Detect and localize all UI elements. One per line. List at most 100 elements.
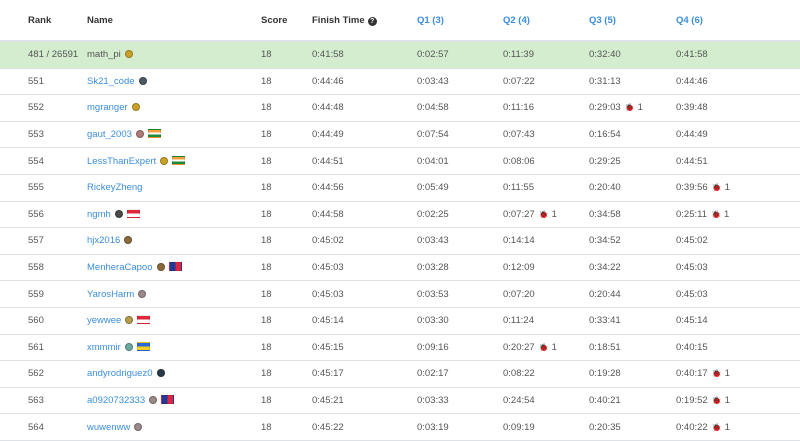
- q4-time: 0:40:22: [676, 421, 708, 433]
- username-link[interactable]: RickeyZheng: [87, 182, 142, 193]
- q3-time-cell: 0:33:41: [589, 307, 676, 335]
- wrong-attempts-count: 1: [724, 395, 730, 407]
- q3-time: 0:34:22: [589, 262, 621, 274]
- score-cell: 18: [261, 174, 312, 202]
- q4-time-cell: 0:45:03: [676, 280, 800, 308]
- singapore-flag-icon: [126, 208, 140, 218]
- wrong-attempts-count: 1: [724, 368, 730, 380]
- table-row: 553 gaut_2003 18 0:44:49 0:07:54 0:07:43 0:16:…: [0, 121, 800, 149]
- q1-time: 0:02:17: [417, 368, 449, 380]
- q4-time: 0:44:51: [676, 155, 708, 167]
- score-cell: 18: [261, 147, 312, 175]
- q4-time-cell: 0:44:49: [676, 121, 800, 149]
- q2-time-cell: 0:07:43: [503, 121, 589, 149]
- rank-cell: 551: [0, 68, 87, 96]
- q1-time: 0:03:33: [417, 395, 449, 407]
- username-link[interactable]: Sk21_code: [87, 76, 135, 87]
- username-link[interactable]: mgranger: [87, 102, 128, 113]
- finish-time-cell: 0:45:22: [312, 413, 417, 441]
- q4-time-cell: 0:19:52 🐞 1: [676, 387, 800, 415]
- username-link[interactable]: YarosHarm: [87, 289, 134, 300]
- q3-time: 0:29:03: [589, 102, 621, 114]
- q4-time-cell: 0:39:48: [676, 94, 800, 122]
- india-flag-icon: [147, 129, 161, 139]
- wrong-attempts-count: 1: [724, 421, 730, 433]
- q4-time-cell: 0:40:17 🐞 1: [676, 360, 800, 388]
- table-row: 551 Sk21_code 18 0:44:46 0:03:43 0:07:22 0:31:…: [0, 68, 800, 96]
- q1-header[interactable]: Q1 (3): [417, 0, 503, 42]
- username-link[interactable]: yewwee: [87, 315, 121, 326]
- name-cell: andyrodriguez0: [87, 360, 261, 388]
- rank-cell: 556: [0, 201, 87, 229]
- rank-cell: 563: [0, 387, 87, 415]
- username-link[interactable]: andyrodriguez0: [87, 368, 153, 379]
- q4-time: 0:44:49: [676, 129, 708, 141]
- username-link[interactable]: wuwenww: [87, 422, 130, 433]
- username-link[interactable]: gaut_2003: [87, 129, 132, 140]
- finish-time-cell: 0:45:17: [312, 360, 417, 388]
- score-cell: 18: [261, 334, 312, 362]
- q4-time: 0:19:52: [676, 395, 708, 407]
- username-link[interactable]: MenheraCapoo: [87, 262, 153, 273]
- rating-badge-icon: [134, 422, 143, 431]
- username-link[interactable]: ngmh: [87, 209, 111, 220]
- q2-time: 0:11:24: [503, 315, 534, 327]
- q2-time: 0:07:43: [503, 129, 535, 141]
- score-cell: 18: [261, 307, 312, 335]
- wrong-attempts-count: 1: [551, 208, 557, 220]
- name-header: Name: [87, 0, 261, 42]
- username-link[interactable]: a0920732333: [87, 395, 145, 406]
- table-row: 564 wuwenww 18 0:45:22 0:03:19 0:09:19 0:20:35…: [0, 413, 800, 441]
- q3-time-cell: 0:29:03 🐞 1: [589, 94, 676, 122]
- username-link[interactable]: hjx2016: [87, 235, 120, 246]
- q3-time: 0:29:25: [589, 155, 621, 167]
- q1-time-cell: 0:04:58: [417, 94, 503, 122]
- rating-badge-icon: [138, 76, 147, 85]
- q1-time: 0:09:16: [417, 341, 449, 353]
- table-row: 559 YarosHarm 18 0:45:03 0:03:53 0:07:20 0:20:…: [0, 280, 800, 308]
- q3-time-cell: 0:34:52: [589, 227, 676, 255]
- q3-time-cell: 0:29:25: [589, 147, 676, 175]
- finish-time-label: Finish Time: [312, 14, 365, 26]
- bug-icon: 🐞: [711, 396, 722, 406]
- score-cell: 18: [261, 227, 312, 255]
- q1-time: 0:02:57: [417, 49, 449, 61]
- username-link[interactable]: LessThanExpert: [87, 156, 156, 167]
- username-link[interactable]: math_pi: [87, 49, 121, 60]
- wrong-attempts-count: 1: [637, 102, 643, 114]
- q4-time-cell: 0:40:22 🐞 1: [676, 413, 800, 441]
- q4-time-cell: 0:45:02: [676, 227, 800, 255]
- q1-time: 0:04:01: [417, 155, 449, 167]
- username-link[interactable]: xmmmir: [87, 342, 121, 353]
- finish-time-cell: 0:45:21: [312, 387, 417, 415]
- q2-time-cell: 0:07:27 🐞 1: [503, 201, 589, 229]
- bug-icon: 🐞: [711, 183, 722, 193]
- finish-time-cell: 0:45:02: [312, 227, 417, 255]
- rank-header: Rank: [0, 0, 87, 42]
- q3-time-cell: 0:20:44: [589, 280, 676, 308]
- q2-header[interactable]: Q2 (4): [503, 0, 589, 42]
- name-cell: wuwenww: [87, 413, 261, 441]
- name-cell: hjx2016: [87, 227, 261, 255]
- question-circle-icon[interactable]: ?: [367, 16, 377, 26]
- rating-badge-icon: [156, 263, 165, 272]
- q3-header[interactable]: Q3 (5): [589, 0, 676, 42]
- q1-time-cell: 0:02:17: [417, 360, 503, 388]
- singapore-flag-icon: [137, 315, 151, 325]
- table-header-row: Rank Name Score Finish Time? Q1 (3) Q2 (…: [0, 0, 800, 42]
- q1-time: 0:03:19: [417, 421, 449, 433]
- q1-time: 0:04:58: [417, 102, 449, 114]
- name-cell: math_pi: [87, 41, 261, 69]
- table-row: 554 LessThanExpert 18 0:44:51 0:04:01 0:08:06…: [0, 147, 800, 175]
- rank-cell: 552: [0, 94, 87, 122]
- rank-cell: 560: [0, 307, 87, 335]
- table-row: 557 hjx2016 18 0:45:02 0:03:43 0:14:14 0:34:52…: [0, 227, 800, 255]
- finish-time-cell: 0:45:03: [312, 280, 417, 308]
- q4-time-cell: 0:40:15: [676, 334, 800, 362]
- name-cell: LessThanExpert: [87, 147, 261, 175]
- q3-time: 0:34:58: [589, 208, 621, 220]
- q3-time: 0:32:40: [589, 49, 621, 61]
- q4-header[interactable]: Q4 (6): [676, 0, 800, 42]
- wrong-attempts-count: 1: [551, 341, 557, 353]
- q2-time-cell: 0:11:24: [503, 307, 589, 335]
